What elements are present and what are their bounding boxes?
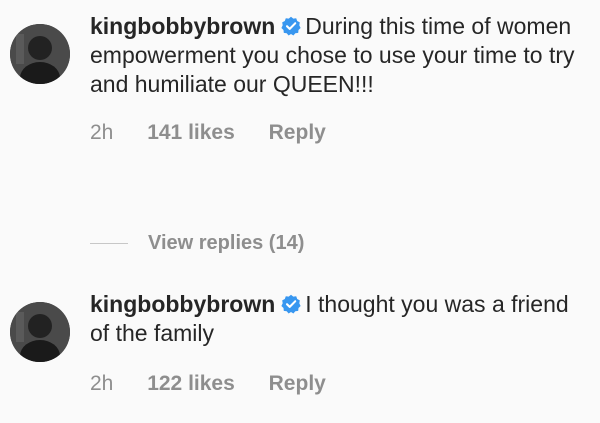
likes-count[interactable]: 122 likes bbox=[147, 372, 235, 395]
avatar[interactable] bbox=[10, 24, 70, 84]
verified-badge-icon bbox=[281, 16, 301, 36]
comment-meta: 2h 122 likes Reply bbox=[90, 372, 590, 396]
comment-time: 2h bbox=[90, 372, 114, 395]
comment-body: kingbobbybrown I thought you was a friend… bbox=[90, 290, 590, 396]
comment-meta: 2h 141 likes Reply bbox=[90, 121, 590, 145]
comment-text-block: kingbobbybrown During this time of women … bbox=[90, 12, 590, 99]
comment-text-block: kingbobbybrown I thought you was a friend… bbox=[90, 290, 590, 348]
username-link[interactable]: kingbobbybrown bbox=[90, 13, 275, 39]
likes-count[interactable]: 141 likes bbox=[147, 121, 235, 144]
view-replies-divider bbox=[90, 243, 128, 245]
username-link[interactable]: kingbobbybrown bbox=[90, 291, 275, 317]
view-replies-button[interactable]: View replies (14) bbox=[90, 232, 304, 255]
reply-button[interactable]: Reply bbox=[269, 372, 326, 395]
comment-body: kingbobbybrown During this time of women … bbox=[90, 12, 590, 145]
view-replies-label: View replies (14) bbox=[148, 232, 305, 254]
verified-badge-icon bbox=[281, 294, 301, 314]
reply-button[interactable]: Reply bbox=[269, 121, 326, 144]
comment-time: 2h bbox=[90, 121, 114, 144]
avatar[interactable] bbox=[10, 302, 70, 362]
